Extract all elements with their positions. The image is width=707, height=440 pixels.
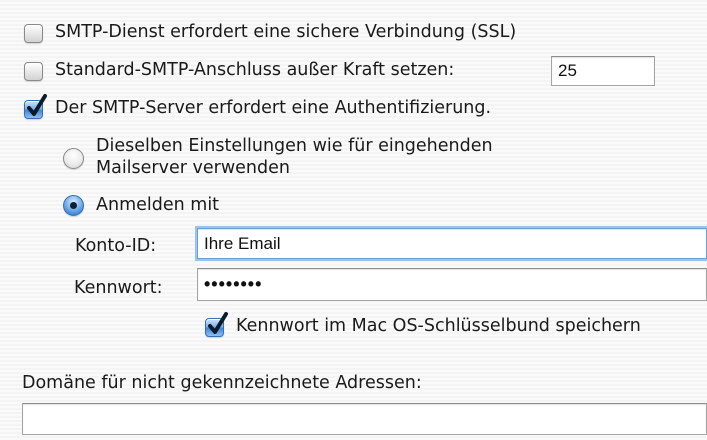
ssl-label: SMTP-Dienst erfordert eine sichere Verbi…	[55, 22, 517, 42]
account-id-input[interactable]	[197, 228, 707, 259]
login-with-label: Anmelden mit	[96, 195, 220, 215]
same-settings-label-line1: Dieselben Einstellungen wie für eingehen…	[96, 136, 493, 156]
auth-label: Der SMTP-Server erfordert eine Authentif…	[55, 98, 492, 118]
password-label: Kennwort:	[74, 278, 163, 298]
checkmark-icon	[27, 94, 47, 116]
password-input[interactable]: ••••••••	[197, 268, 707, 301]
unqualified-domain-label: Domäne für nicht gekennzeichnete Adresse…	[22, 373, 422, 393]
keychain-label: Kennwort im Mac OS-Schlüsselbund speiche…	[236, 316, 641, 336]
unqualified-domain-input[interactable]	[22, 403, 707, 435]
port-input[interactable]	[551, 56, 655, 86]
radio-dot-icon	[70, 202, 77, 209]
account-id-label: Konto-ID:	[75, 236, 157, 256]
same-settings-label-line2: Mailserver verwenden	[96, 158, 290, 178]
checkmark-icon	[208, 312, 228, 334]
keychain-checkbox[interactable]	[205, 312, 228, 337]
port-override-label: Standard-SMTP-Anschluss außer Kraft setz…	[55, 60, 455, 80]
auth-checkbox[interactable]	[24, 94, 47, 119]
port-override-checkbox[interactable]	[24, 62, 43, 81]
same-settings-radio[interactable]	[63, 148, 84, 169]
ssl-checkbox[interactable]	[24, 24, 43, 43]
login-with-radio[interactable]	[63, 195, 84, 216]
